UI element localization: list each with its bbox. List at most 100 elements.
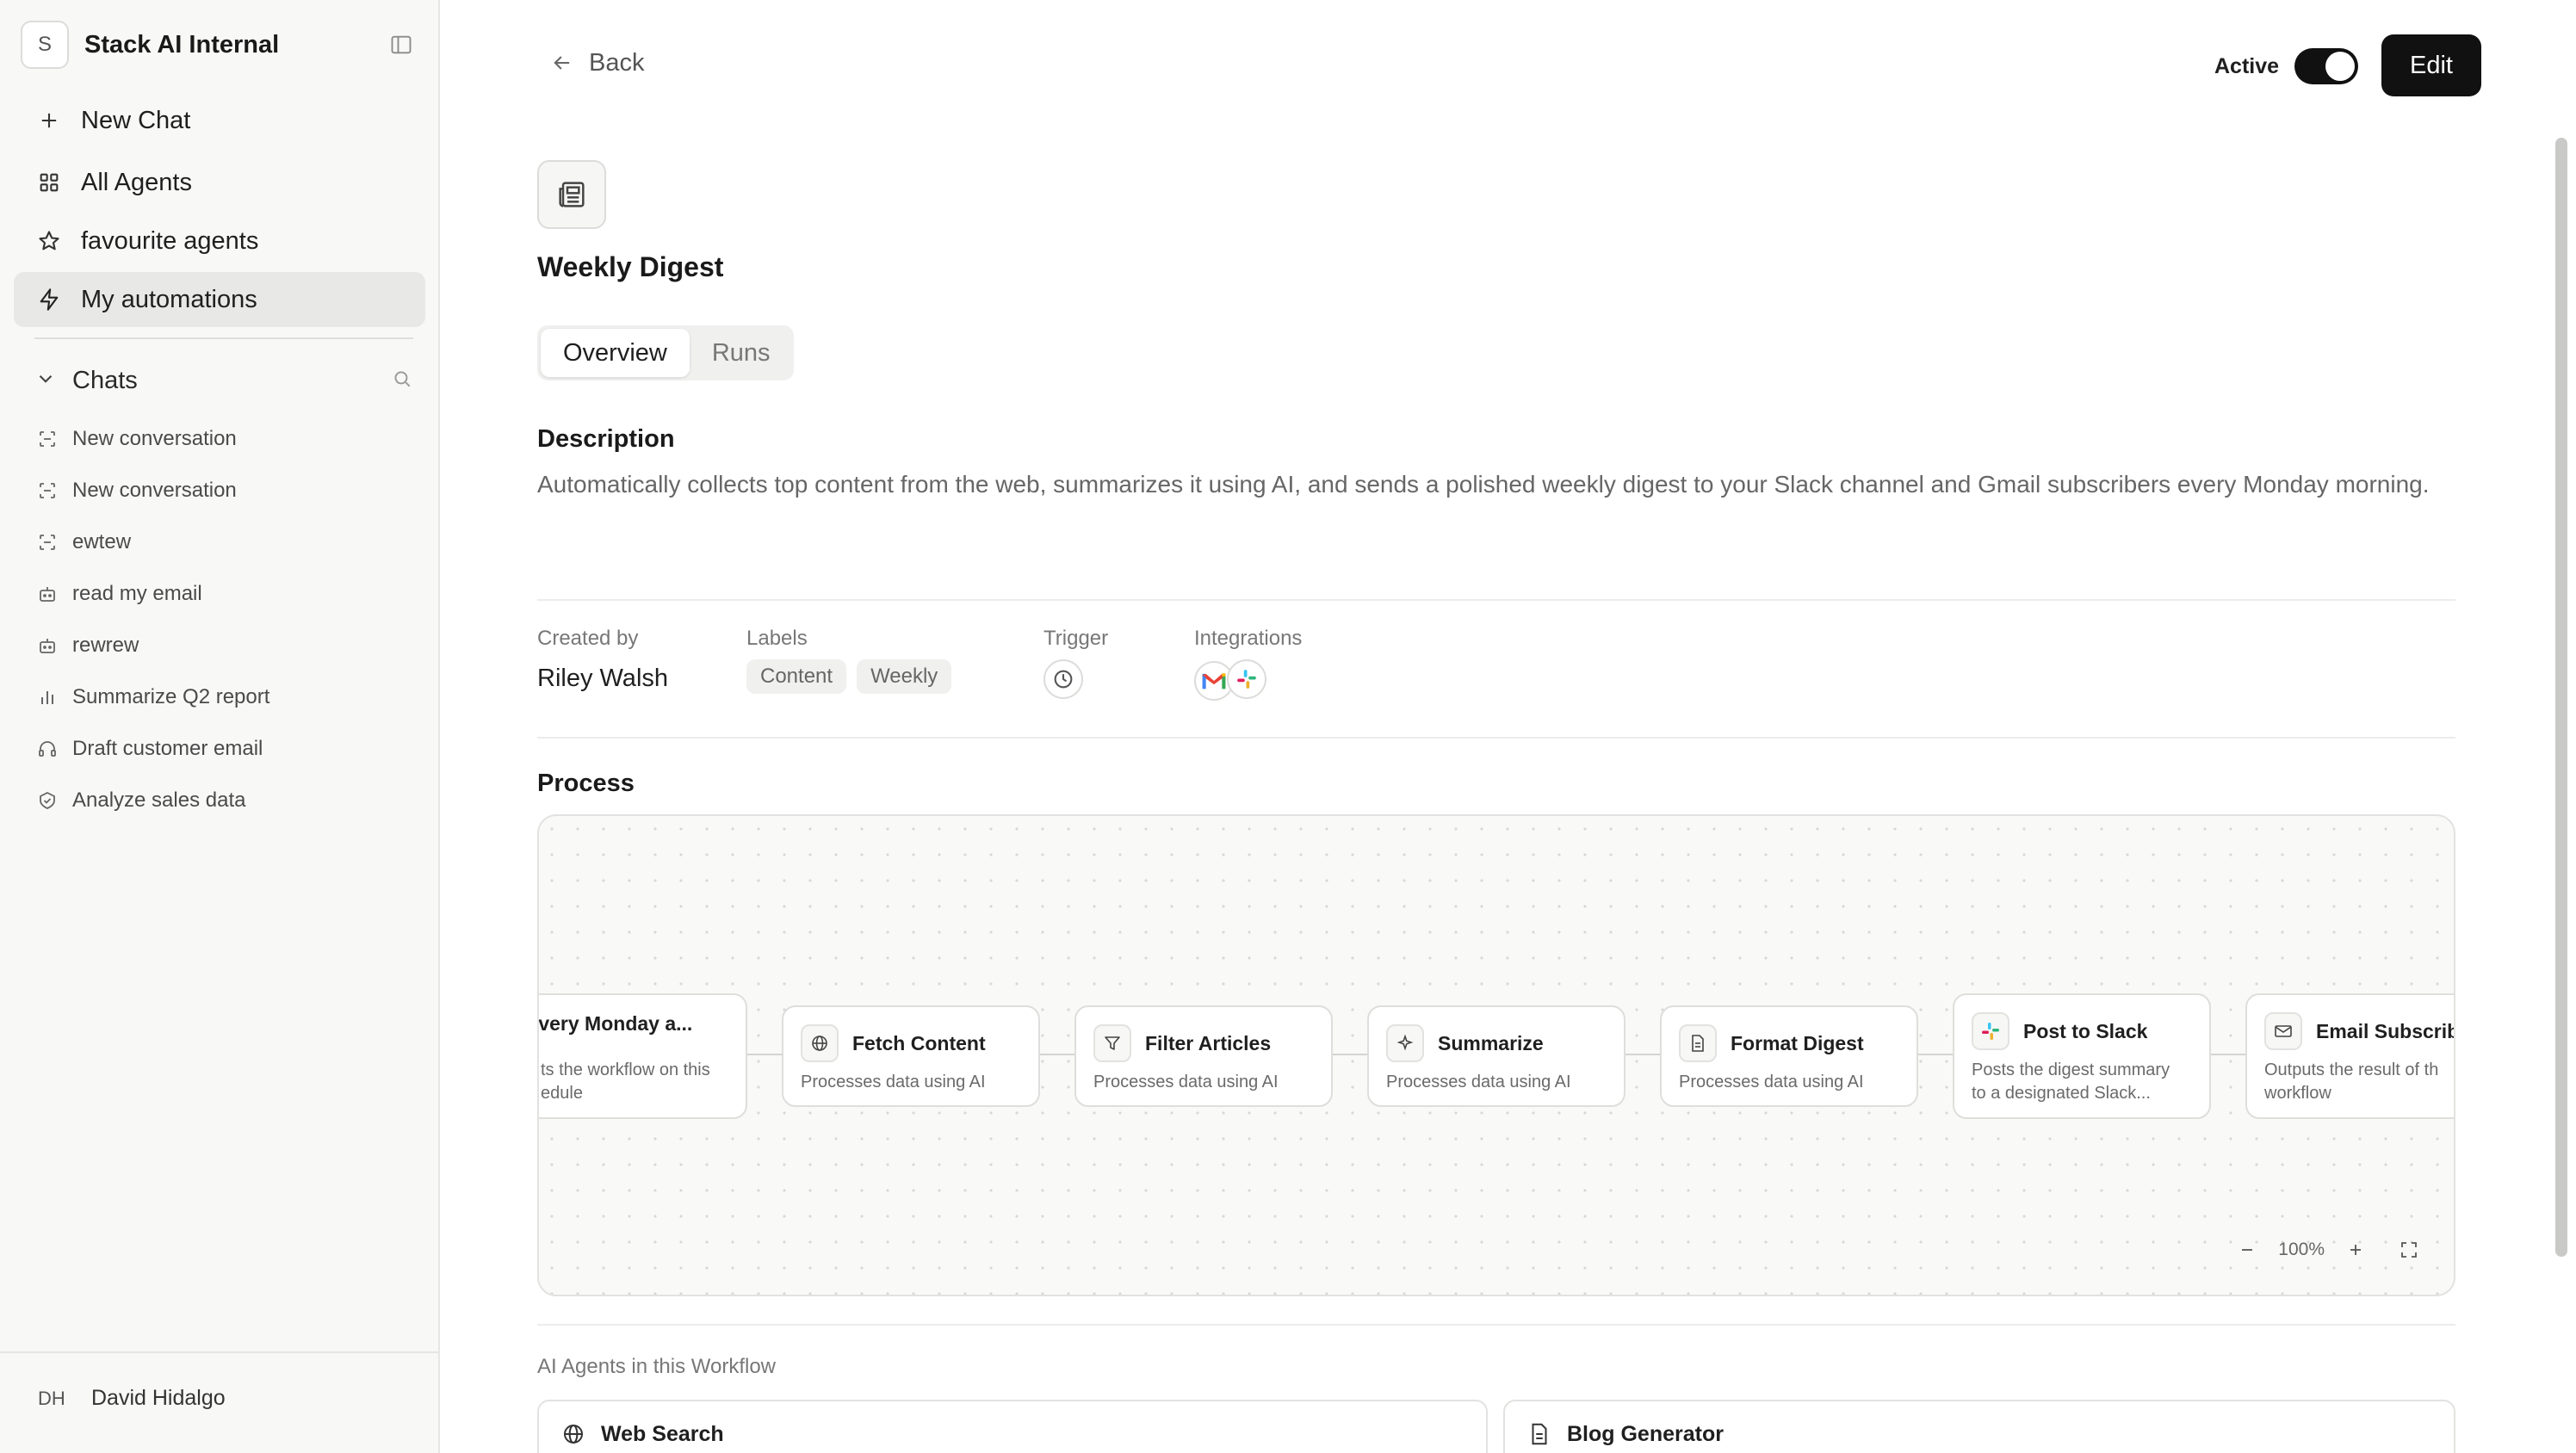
node-desc: ts the workflow on this bbox=[541, 1060, 710, 1079]
zoom-in-icon[interactable] bbox=[2337, 1231, 2375, 1269]
node-desc: Processes data using AI bbox=[1386, 1073, 1571, 1091]
node-title: Summarize bbox=[1438, 1031, 1544, 1054]
integrations-label: Integrations bbox=[1194, 627, 1303, 650]
description-text: Automatically collects top content from … bbox=[537, 471, 2430, 498]
chat-item[interactable]: New conversation bbox=[34, 472, 237, 510]
integrations-block: Integrations bbox=[1194, 627, 1302, 701]
headset-icon bbox=[34, 736, 60, 762]
labels-block: Labels Content Weekly bbox=[746, 627, 962, 694]
zoom-controls: 100% bbox=[2228, 1231, 2428, 1269]
active-label: Active bbox=[2214, 53, 2280, 78]
connector-line bbox=[747, 1054, 782, 1055]
chat-item[interactable]: Summarize Q2 report bbox=[34, 678, 269, 716]
nav-all-agents[interactable]: All Agents bbox=[14, 155, 425, 210]
sidebar-toggle-icon[interactable] bbox=[386, 29, 417, 60]
back-button[interactable]: Back bbox=[548, 48, 644, 77]
agent-card-title: Web Search bbox=[601, 1422, 724, 1446]
workspace-avatar: S bbox=[21, 21, 69, 69]
nav-new-chat[interactable]: New Chat bbox=[14, 93, 425, 148]
zoom-level: 100% bbox=[2278, 1240, 2325, 1259]
workspace-header[interactable]: S Stack AI Internal bbox=[21, 21, 417, 69]
workflow-node-filter-articles[interactable]: Filter Articles Processes data using AI bbox=[1074, 1005, 1333, 1107]
chat-item-label: rewrew bbox=[72, 634, 139, 657]
clock-icon[interactable] bbox=[1043, 659, 1083, 699]
nav-all-agents-label: All Agents bbox=[81, 168, 192, 196]
tab-bar: Overview Runs bbox=[537, 325, 794, 380]
main-content: Back Active Edit Weekly Digest Overview … bbox=[441, 0, 2576, 1453]
divider bbox=[537, 1324, 2455, 1326]
chat-item-label: read my email bbox=[72, 582, 202, 605]
fullscreen-icon[interactable] bbox=[2390, 1231, 2428, 1269]
label-chip[interactable]: Weekly bbox=[857, 659, 952, 694]
document-icon bbox=[1524, 1419, 1555, 1450]
nav-favourites-label: favourite agents bbox=[81, 226, 259, 255]
connector-line bbox=[2211, 1054, 2245, 1055]
bar-chart-icon bbox=[34, 684, 60, 710]
chat-item-label: Analyze sales data bbox=[72, 788, 246, 812]
nav-favourite-agents[interactable]: favourite agents bbox=[14, 213, 425, 269]
chat-scan-icon bbox=[34, 529, 60, 555]
chat-item[interactable]: Draft customer email bbox=[34, 730, 263, 768]
back-label: Back bbox=[589, 48, 645, 77]
workflow-node-post-to-slack[interactable]: Post to Slack Posts the digest summary t… bbox=[1953, 993, 2211, 1119]
slack-icon bbox=[1227, 659, 1266, 699]
chevron-down-icon[interactable] bbox=[34, 368, 57, 394]
globe-icon bbox=[801, 1024, 839, 1062]
bot-icon bbox=[34, 633, 60, 658]
user-profile[interactable]: DH David Hidalgo bbox=[38, 1386, 226, 1411]
agent-card-blog-generator[interactable]: Blog Generator bbox=[1503, 1400, 2455, 1453]
node-title: Post to Slack bbox=[2023, 1019, 2148, 1042]
chat-item[interactable]: New conversation bbox=[34, 420, 237, 458]
tab-overview[interactable]: Overview bbox=[541, 329, 690, 377]
process-heading: Process bbox=[537, 770, 635, 797]
zoom-out-icon[interactable] bbox=[2228, 1231, 2266, 1269]
lightning-icon bbox=[34, 285, 64, 314]
sparkle-icon bbox=[1386, 1024, 1424, 1062]
chat-item[interactable]: rewrew bbox=[34, 627, 139, 665]
chat-item[interactable]: read my email bbox=[34, 575, 202, 613]
edit-button[interactable]: Edit bbox=[2381, 34, 2481, 96]
chats-label: Chats bbox=[72, 366, 138, 394]
toggle-knob bbox=[2325, 52, 2356, 81]
workflow-node-fetch-content[interactable]: Fetch Content Processes data using AI bbox=[782, 1005, 1040, 1107]
process-canvas[interactable]: Every Monday a... ts the workflow on thi… bbox=[537, 814, 2455, 1296]
scrollbar[interactable] bbox=[2555, 138, 2567, 1257]
filter-icon bbox=[1093, 1024, 1131, 1062]
node-title: Filter Articles bbox=[1145, 1031, 1272, 1054]
chat-item[interactable]: Analyze sales data bbox=[34, 782, 245, 819]
chat-scan-icon bbox=[34, 478, 60, 504]
active-toggle[interactable] bbox=[2294, 48, 2359, 84]
workflow-node-format-digest[interactable]: Format Digest Processes data using AI bbox=[1660, 1005, 1918, 1107]
tab-runs[interactable]: Runs bbox=[690, 329, 793, 377]
created-by-value: Riley Walsh bbox=[537, 665, 669, 692]
globe-icon bbox=[558, 1419, 589, 1450]
search-icon[interactable] bbox=[391, 368, 413, 394]
badge-icon bbox=[34, 788, 60, 813]
sidebar: S Stack AI Internal New Chat All Agents … bbox=[0, 0, 440, 1453]
star-icon bbox=[34, 226, 64, 256]
workflow-node-email-subscribers[interactable]: Email Subscrib Outputs the result of th … bbox=[2245, 993, 2454, 1119]
chats-section-header[interactable]: Chats bbox=[34, 362, 413, 399]
chat-scan-icon bbox=[34, 426, 60, 452]
active-status: Active bbox=[2214, 48, 2359, 84]
chat-item[interactable]: ewtew bbox=[34, 523, 131, 561]
agent-card-web-search[interactable]: Web Search bbox=[537, 1400, 1488, 1453]
newspaper-icon bbox=[537, 160, 606, 229]
node-title: Every Monday a... bbox=[537, 1012, 693, 1035]
chat-item-label: New conversation bbox=[72, 479, 237, 502]
node-desc: edule bbox=[541, 1084, 583, 1103]
created-by-label: Created by bbox=[537, 627, 639, 650]
nav-my-automations[interactable]: My automations bbox=[14, 272, 425, 327]
sidebar-divider bbox=[34, 337, 413, 339]
created-by-block: Created by Riley Walsh bbox=[537, 627, 668, 693]
page-title: Weekly Digest bbox=[537, 251, 724, 282]
mail-icon bbox=[2264, 1012, 2302, 1050]
plus-icon bbox=[34, 106, 64, 135]
node-desc: to a designated Slack... bbox=[1972, 1084, 2151, 1103]
workflow-node-summarize[interactable]: Summarize Processes data using AI bbox=[1367, 1005, 1625, 1107]
node-desc: Processes data using AI bbox=[801, 1073, 986, 1091]
label-chip[interactable]: Content bbox=[746, 659, 847, 694]
chat-item-label: Summarize Q2 report bbox=[72, 685, 270, 708]
workflow-node-trigger[interactable]: Every Monday a... ts the workflow on thi… bbox=[537, 993, 747, 1119]
divider bbox=[537, 599, 2455, 601]
